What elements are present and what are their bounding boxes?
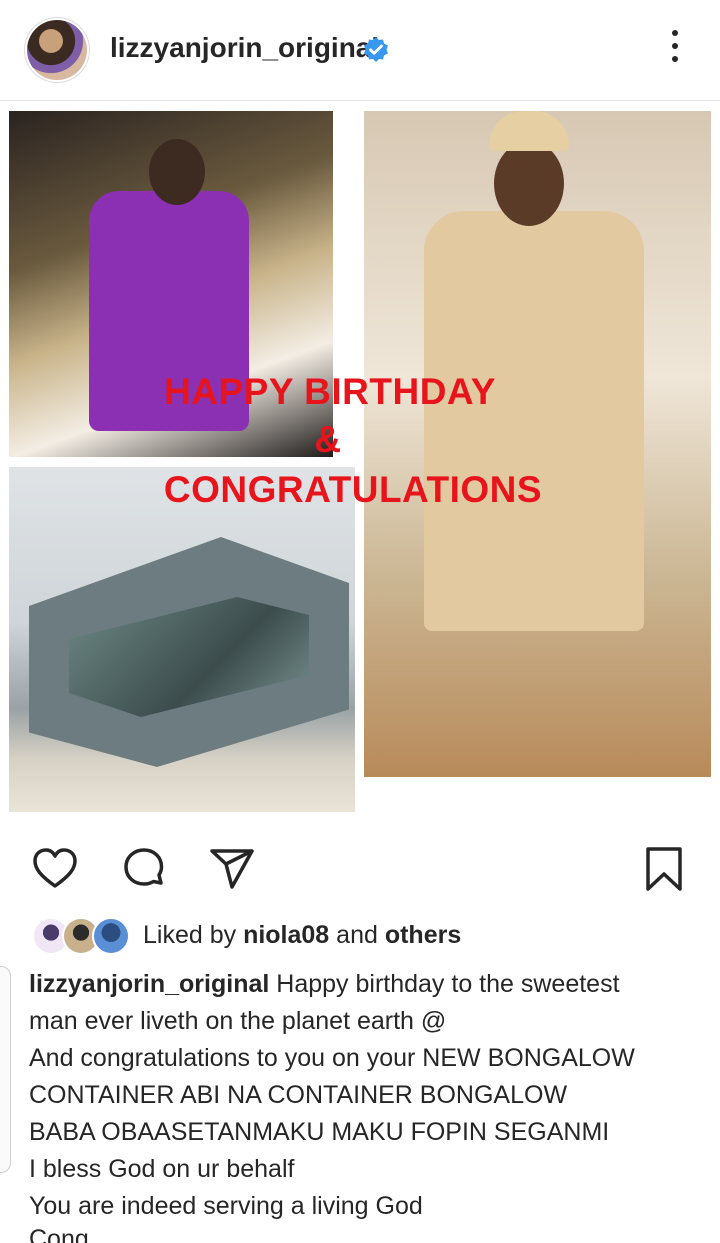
post-username[interactable]: lizzyanjorin_original	[110, 32, 379, 64]
photo-container-bungalow	[9, 467, 355, 812]
more-options-icon[interactable]	[660, 30, 690, 70]
verified-badge-icon	[364, 37, 388, 62]
dot	[672, 56, 678, 62]
caption-line: You are indeed serving a living God	[29, 1192, 423, 1220]
send-icon[interactable]	[208, 845, 256, 893]
caption-line: man ever liveth on the planet earth @	[29, 1007, 447, 1035]
figure-cap	[489, 111, 569, 151]
figure-head	[149, 139, 205, 205]
caption-line-clipped: Cong...	[29, 1225, 110, 1243]
caption-line: And congratulations to you on your NEW B…	[29, 1044, 635, 1072]
side-drawer-handle[interactable]	[0, 966, 11, 1173]
likes-row: Liked by niola08 and others	[0, 915, 720, 961]
post-image[interactable]: HAPPY BIRTHDAY & CONGRATULATIONS	[0, 101, 720, 820]
figure-head	[494, 141, 564, 226]
heart-icon[interactable]	[31, 845, 79, 893]
liked-by-middle: and	[329, 921, 385, 949]
caption-line: I bless God on ur behalf	[29, 1155, 295, 1183]
overlay-text-birthday: HAPPY BIRTHDAY	[164, 371, 496, 412]
post-header: lizzyanjorin_original	[0, 0, 720, 101]
overlay-text-ampersand: &	[314, 419, 342, 460]
profile-avatar[interactable]	[27, 20, 87, 80]
dot	[672, 43, 678, 49]
dot	[672, 30, 678, 36]
overlay-text-congratulations: CONGRATULATIONS	[163, 469, 543, 510]
caption-line: CONTAINER ABI NA CONTAINER BONGALOW	[29, 1081, 568, 1109]
post-caption: lizzyanjorin_original Happy birthday to …	[29, 966, 709, 1225]
caption-text: Happy birthday to the sweetest	[276, 970, 620, 998]
liked-by-user[interactable]: niola08	[243, 921, 329, 949]
liked-by-prefix: Liked by	[143, 921, 244, 949]
liked-by-text[interactable]: Liked by niola08 and others	[143, 921, 461, 950]
caption-line: lizzyanjorin_original Happy birthday to …	[29, 966, 709, 1003]
liker-avatar[interactable]	[92, 917, 130, 955]
post-actions	[0, 830, 720, 900]
bookmark-icon[interactable]	[640, 845, 688, 893]
comment-icon[interactable]	[120, 845, 168, 893]
liked-by-others[interactable]: others	[385, 921, 461, 949]
caption-username[interactable]: lizzyanjorin_original	[29, 970, 269, 998]
caption-line: BABA OBAASETANMAKU MAKU FOPIN SEGANMI	[29, 1118, 610, 1146]
